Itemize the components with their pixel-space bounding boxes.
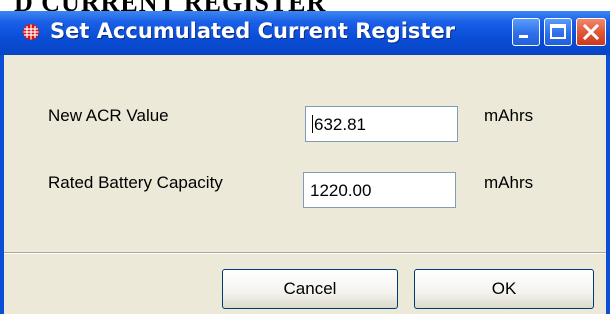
red-grid-icon [23,24,39,40]
capacity-unit: mAhrs [484,173,534,192]
close-icon [582,23,600,41]
title-bar[interactable]: Set Accumulated Current Register [0,11,610,55]
acr-value-input[interactable]: 632.81 [305,106,458,142]
capacity-label: Rated Battery Capacity [48,173,223,192]
minimize-icon [519,35,528,38]
dialog-body: New ACR Value 632.81 mAhrs Rated Battery… [4,55,606,314]
capacity-value-text: 1220.00 [310,181,372,200]
acr-unit: mAhrs [484,106,534,125]
window-title: Set Accumulated Current Register [50,19,456,43]
cancel-button[interactable]: Cancel [222,269,398,309]
maximize-icon [550,24,566,39]
acr-value-text: 632.81 [314,115,366,134]
maximize-button[interactable] [544,18,572,46]
text-caret [312,115,313,133]
acr-label: New ACR Value [48,106,169,125]
capacity-input[interactable]: 1220.00 [303,172,456,208]
ok-button[interactable]: OK [414,269,594,309]
dialog-window: Set Accumulated Current Register New ACR… [0,11,610,314]
separator-line [4,252,606,254]
close-button[interactable] [576,18,606,46]
minimize-button[interactable] [512,18,540,46]
